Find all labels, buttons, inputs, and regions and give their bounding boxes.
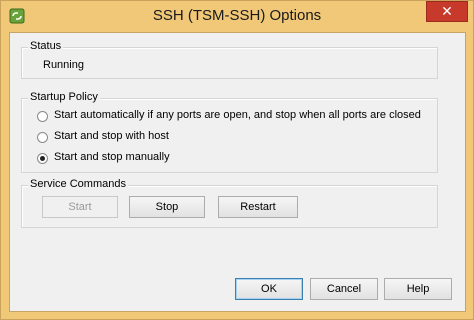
ok-button[interactable]: OK [235, 278, 303, 300]
cancel-button[interactable]: Cancel [310, 278, 378, 300]
status-value: Running [43, 59, 84, 71]
close-icon: ✕ [441, 3, 453, 19]
radio-with-host[interactable] [37, 132, 48, 143]
radio-manual[interactable] [37, 153, 48, 164]
startup-policy-group: Startup Policy Start automatically if an… [21, 91, 438, 173]
status-legend: Status [28, 40, 64, 52]
startup-policy-legend: Startup Policy [28, 91, 100, 103]
title-bar[interactable]: SSH (TSM-SSH) Options ✕ [1, 1, 473, 32]
status-group: Status Running [21, 40, 438, 79]
close-button[interactable]: ✕ [426, 1, 468, 22]
stop-button[interactable]: Stop [129, 196, 205, 218]
service-commands-legend: Service Commands [28, 178, 128, 190]
radio-selected-dot [40, 156, 45, 161]
dialog-client-area: Status Running Startup Policy Start auto… [9, 32, 466, 312]
dialog-window: SSH (TSM-SSH) Options ✕ Status Running S… [0, 0, 474, 320]
radio-with-host-label[interactable]: Start and stop with host [54, 130, 169, 142]
radio-auto[interactable] [37, 111, 48, 122]
radio-manual-label[interactable]: Start and stop manually [54, 151, 170, 163]
service-commands-group: Service Commands Start Stop Restart [21, 178, 438, 228]
restart-button[interactable]: Restart [218, 196, 298, 218]
radio-auto-label[interactable]: Start automatically if any ports are ope… [54, 109, 421, 121]
window-title: SSH (TSM-SSH) Options [152, 7, 322, 24]
help-button[interactable]: Help [384, 278, 452, 300]
start-button[interactable]: Start [42, 196, 118, 218]
